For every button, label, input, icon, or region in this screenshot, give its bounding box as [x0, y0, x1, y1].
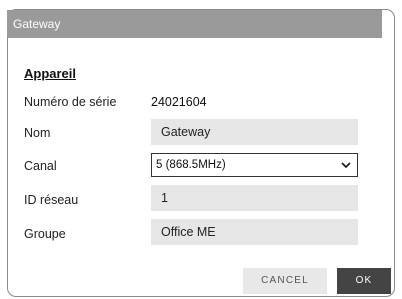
group-field[interactable]: Office ME: [151, 219, 358, 245]
channel-label: Canal: [24, 159, 57, 173]
ok-button[interactable]: OK: [337, 268, 391, 294]
name-label: Nom: [24, 126, 51, 140]
section-title: Appareil: [24, 66, 77, 81]
channel-select-value: 5 (868.5MHz): [156, 159, 226, 171]
cancel-button[interactable]: CANCEL: [243, 268, 327, 294]
name-field[interactable]: Gateway: [151, 119, 358, 145]
serial-value: 24021604: [151, 95, 207, 109]
serial-label: Numéro de série: [24, 95, 117, 109]
dialog-title: Gateway: [7, 10, 382, 38]
chevron-down-icon: [341, 162, 351, 169]
group-label: Groupe: [24, 227, 66, 241]
network-id-field[interactable]: 1: [151, 185, 358, 211]
channel-select[interactable]: 5 (868.5MHz): [151, 153, 358, 177]
network-id-label: ID réseau: [24, 193, 79, 207]
